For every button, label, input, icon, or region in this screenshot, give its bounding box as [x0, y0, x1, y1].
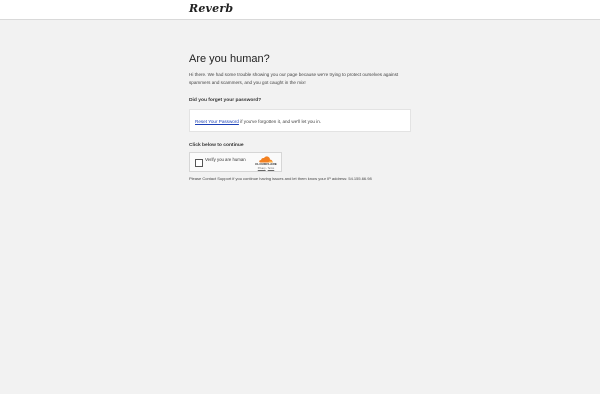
top-header: Reverb [0, 0, 600, 20]
intro-text: Hi there. We had some trouble showing yo… [189, 72, 399, 85]
captcha-widget: Verify you are human CLOUDFLARE Privacy … [189, 152, 282, 173]
page-title: Are you human? [189, 53, 270, 65]
cloudflare-links: Privacy - Terms [254, 167, 278, 170]
reset-password-box: Reset Your Password if you've forgotten … [189, 109, 411, 133]
support-note: Please Contact Support if you continue h… [189, 176, 372, 182]
continue-heading: Click below to continue [189, 143, 244, 149]
reset-password-note: if you've forgotten it, and we'll let yo… [238, 119, 322, 125]
challenge-content: Are you human? Hi there. We had some tro… [189, 52, 411, 181]
verify-checkbox[interactable] [195, 159, 203, 168]
verify-label: Verify you are human [205, 157, 246, 163]
privacy-link[interactable]: Privacy [258, 167, 266, 170]
reverb-logo[interactable]: Reverb [189, 2, 233, 15]
cloudflare-logo: CLOUDFLARE Privacy - Terms [254, 156, 278, 170]
terms-link[interactable]: Terms [268, 167, 275, 170]
forgot-password-heading: Did you forget your password? [189, 98, 262, 104]
reset-password-link[interactable]: Reset Your Password [195, 119, 239, 124]
